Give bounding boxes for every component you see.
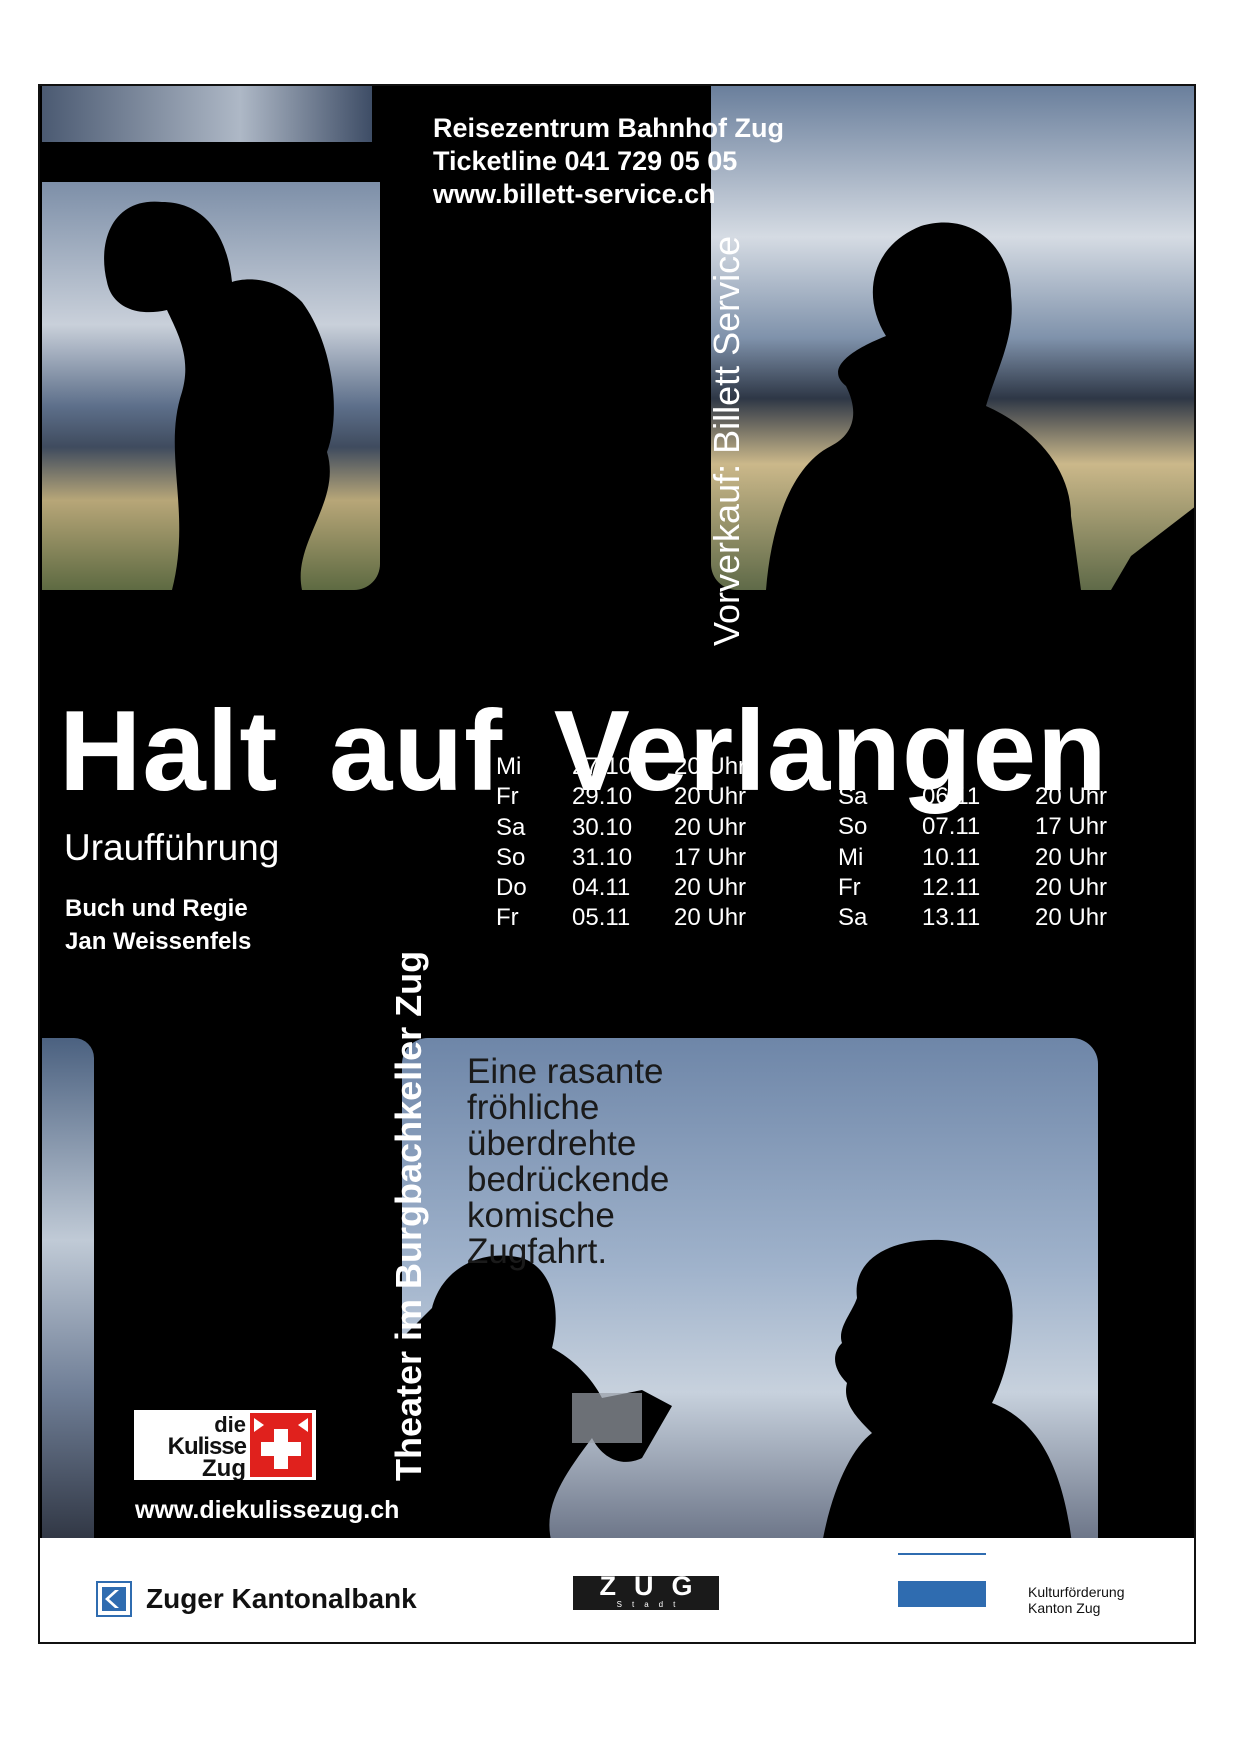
logo-text-zug: Zug [202,1455,246,1480]
date-day: Sa [838,904,868,932]
website-link[interactable]: www.diekulissezug.ch [135,1496,399,1525]
contact-phone: Ticketline 041 729 05 05 [433,146,738,176]
date-row: Mi 10.11 20 Uhr [838,843,1128,873]
date-day: Fr [496,904,519,932]
date-date: 13.11 [922,904,981,932]
date-row: Do 04.11 20 Uhr [496,873,776,903]
date-time: 20 Uhr [1035,783,1108,810]
zug-sub-text: Stadt [616,1600,686,1609]
date-date: 04.11 [572,874,631,902]
date-row: Sa 13.11 20 Uhr [838,903,1128,933]
contact-venue: Reisezentrum Bahnhof Zug [433,113,785,143]
date-row: Fr 05.11 20 Uhr [496,903,776,933]
date-time: 20 Uhr [674,783,747,811]
date-day: Mi [496,753,522,780]
date-date: 06.11 [922,783,981,810]
zkb-name: Zuger Kantonalbank [146,1583,417,1614]
date-date: 30.10 [572,813,633,841]
tagline-line: Zugfahrt. [467,1232,608,1271]
poster: Reisezentrum Bahnhof Zug Ticketline 041 … [38,84,1196,1644]
tagline: Eine rasante fröhliche überdrehte bedrüc… [467,1054,669,1270]
date-day: Sa [838,783,868,810]
tagline-line: fröhliche [467,1088,600,1127]
date-day: Fr [496,783,519,811]
photo-bottom-left [42,1038,94,1544]
date-date: 27.10 [572,753,633,780]
date-day: So [838,813,868,841]
date-date: 31.10 [572,843,633,871]
credits-name: Jan Weissenfels [65,928,252,955]
kf-line2: Kanton Zug [1028,1600,1101,1616]
date-time: 20 Uhr [1035,873,1108,901]
date-time: 20 Uhr [674,874,747,902]
date-date: 29.10 [572,783,633,811]
date-row: So 31.10 17 Uhr [496,843,776,873]
tagline-line: überdrehte [467,1124,637,1163]
photo-top-left [42,182,380,590]
date-date: 10.11 [922,843,981,871]
date-day: Sa [496,813,526,841]
date-date: 12.11 [922,873,981,901]
subtitle: Uraufführung [64,827,280,868]
date-date: 05.11 [572,904,631,932]
date-day: Mi [838,843,864,871]
kulisse-logo-graphic: die Kulisse Zug [134,1410,316,1482]
tagline-line: Eine rasante [467,1052,664,1091]
date-time: 20 Uhr [1035,904,1108,932]
date-time: 20 Uhr [674,753,747,780]
venue-vertical-text: Theater im Burgbachkeller Zug [388,950,429,1481]
date-time: 17 Uhr [1035,813,1108,841]
tagline-line: bedrückende [467,1160,670,1199]
zkb-arrow-icon [96,1581,132,1617]
die-kulisse-zug-logo: die Kulisse Zug [134,1410,316,1482]
date-row: Fr 29.10 20 Uhr [496,782,776,812]
credits: Buch und Regie Jan Weissenfels [65,892,251,958]
kanton-zug-flag-icon [898,1553,986,1607]
zug-main-text: ZUG [599,1571,711,1601]
date-row: So 07.11 17 Uhr [838,812,1128,842]
date-row: Sa 30.10 20 Uhr [496,813,776,843]
stadt-zug-logo: ZUG Stadt [573,1571,719,1610]
kf-line1: Kulturförderung [1028,1584,1125,1600]
zuger-kantonalbank-logo: Zuger Kantonalbank [96,1581,417,1617]
contact-url[interactable]: www.billett-service.ch [433,179,716,209]
dates-column-right: Sa 06.11 20 Uhr So 07.11 17 Uhr Mi 10.11 20 Uh… [838,782,1128,933]
date-time: 17 Uhr [674,843,747,871]
date-day: Do [496,874,527,902]
date-date: 07.11 [922,813,981,841]
date-row: Fr 12.11 20 Uhr [838,873,1128,903]
sponsor-footer: Zuger Kantonalbank ZUG Stadt Kulturförde… [40,1538,1194,1642]
date-time: 20 Uhr [674,904,747,932]
tagline-line: komische [467,1196,615,1235]
credits-role: Buch und Regie [65,895,248,922]
date-time: 20 Uhr [674,813,747,841]
date-time: 20 Uhr [1035,843,1108,871]
date-day: Fr [838,873,861,901]
date-day: So [496,843,526,871]
photo-strip-top [42,86,372,142]
date-row: Sa 06.11 20 Uhr [838,782,1128,812]
presale-vertical-text: Vorverkauf: Billett Service [706,235,747,646]
presale-contact: Reisezentrum Bahnhof Zug Ticketline 041 … [433,112,784,211]
date-row: Mi 27.10 20 Uhr [496,752,776,782]
dates-column-left: Mi 27.10 20 Uhr Fr 29.10 20 Uhr Sa 30.10 20 Uh… [496,752,776,934]
kulturfoerderung-label: Kulturförderung Kanton Zug [1028,1584,1125,1616]
